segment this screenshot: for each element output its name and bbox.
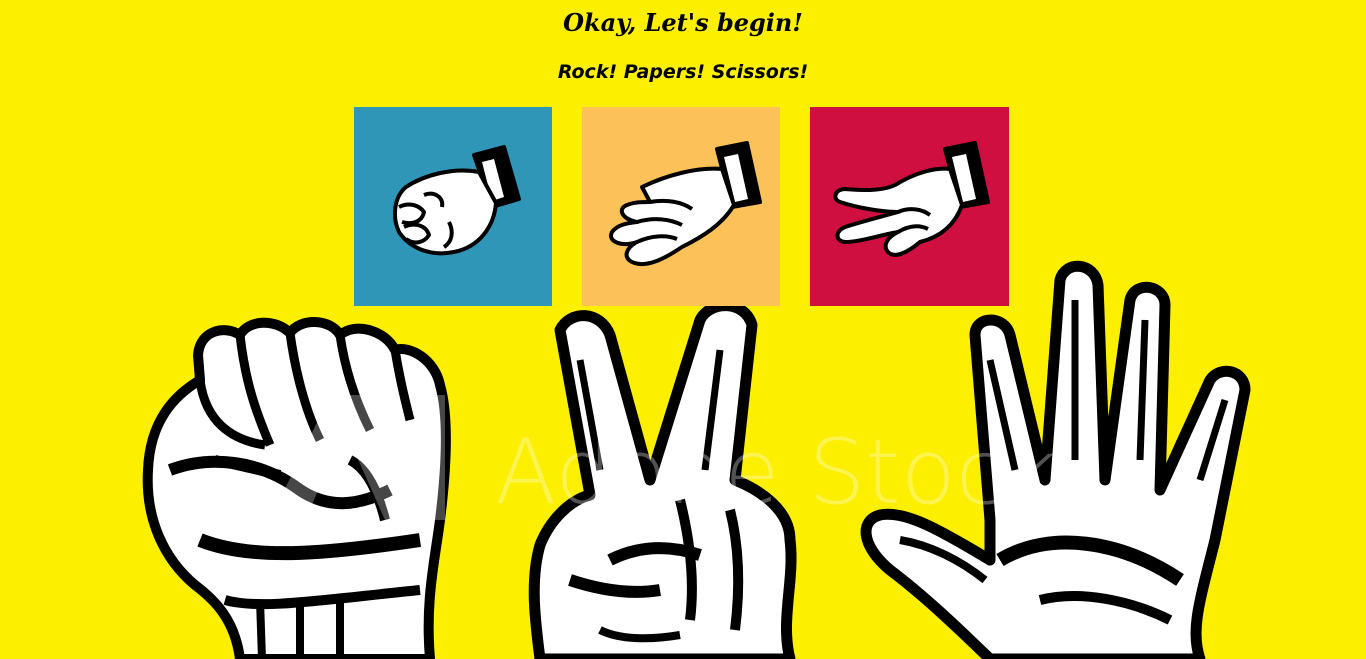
- scissors-button[interactable]: [810, 107, 1009, 306]
- rock-button[interactable]: [354, 107, 552, 306]
- page-title: Okay, Let's begin!: [563, 8, 803, 37]
- scissors-hand-icon: [810, 107, 1009, 306]
- paper-button[interactable]: [582, 107, 780, 306]
- watermark-text: Adobe Stock: [495, 420, 1058, 525]
- hands-illustration: [142, 260, 1251, 659]
- game-page: Adobe Stock Okay, Let's begin! Rock! Pap…: [0, 0, 1366, 659]
- rock-hand-icon: [354, 107, 552, 306]
- paper-hand-icon: [582, 107, 780, 306]
- page-subtitle: Rock! Papers! Scissors!: [557, 61, 809, 83]
